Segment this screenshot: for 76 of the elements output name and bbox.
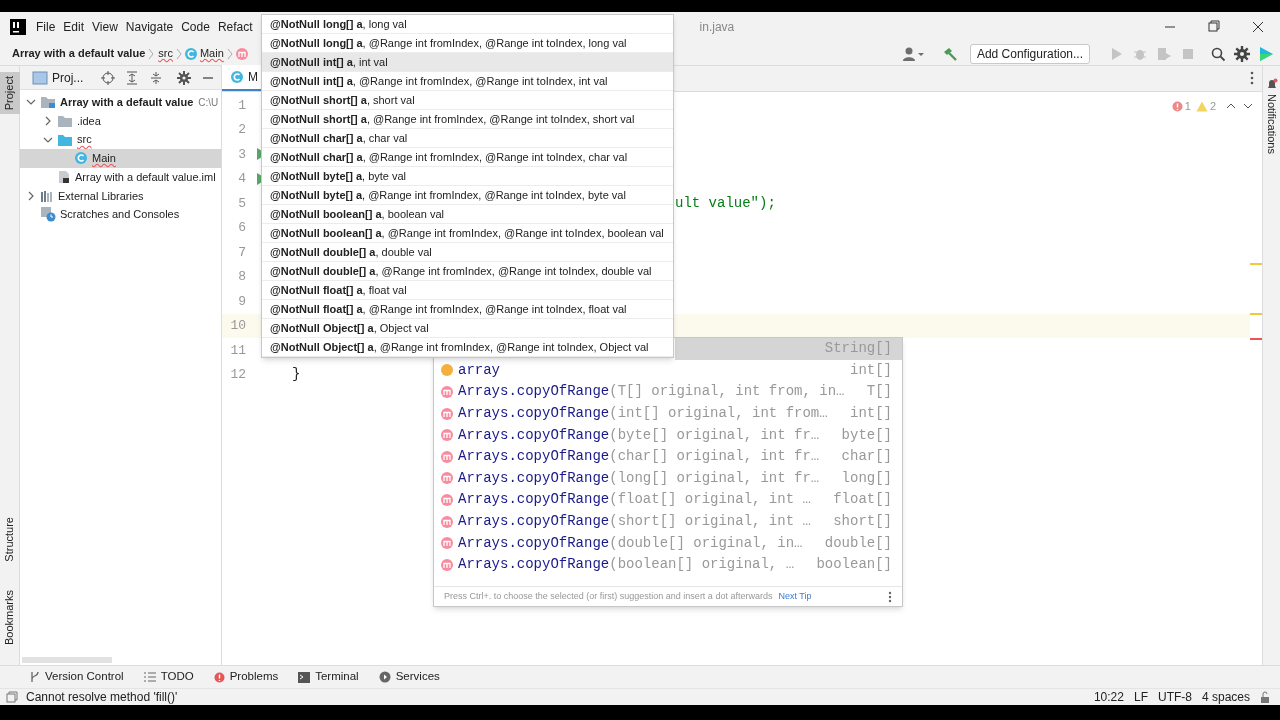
- line-number: 11: [229, 341, 246, 360]
- signature-row: @NotNull char[] a, @Range int fromIndex, @Range int toIndex, char val: [262, 148, 673, 167]
- tool-window-button[interactable]: Problems: [213, 668, 279, 686]
- signature-row: @NotNull byte[] a, @Range int fromIndex, @Range int toIndex, byte val: [262, 186, 673, 205]
- signature-row: @NotNull int[] a, int val: [262, 53, 673, 72]
- tree-item[interactable]: Array with a default value C:\U: [20, 93, 221, 112]
- completion-item[interactable]: Arrays.copyOfRange(float[] original, int … float[]: [434, 489, 902, 511]
- line-number: 8: [237, 268, 246, 286]
- tree-item[interactable]: Array with a default value.iml: [20, 167, 221, 187]
- signature-row: @NotNull long[] a, long val: [262, 15, 673, 34]
- status-widget[interactable]: 4 spaces: [1201, 688, 1250, 706]
- next-tip-link[interactable]: Next Tip: [778, 589, 812, 604]
- side-tab[interactable]: Bookmarks: [0, 585, 20, 649]
- tool-window-button[interactable]: Version Control: [30, 668, 124, 686]
- menu-item[interactable]: Code: [181, 18, 210, 36]
- signature-row: @NotNull int[] a, @Range int fromIndex, @Range int toIndex, int val: [262, 72, 673, 91]
- line-number: 4: [237, 170, 246, 188]
- window-title: in.java: [699, 19, 735, 36]
- line-number: 9: [237, 292, 246, 311]
- signature-row: @NotNull float[] a, @Range int fromIndex, @Range int toIndex, float val: [262, 300, 673, 319]
- line-number: 3: [237, 145, 246, 164]
- completion-item[interactable]: array int[]: [434, 359, 902, 382]
- signature-row: @NotNull double[] a, double val: [262, 243, 673, 262]
- signature-row: @NotNull short[] a, short val: [262, 91, 673, 110]
- line-number: 10: [229, 317, 246, 335]
- menu-item[interactable]: View: [92, 18, 118, 36]
- run-configuration-button[interactable]: Add Configuration...: [969, 43, 1090, 64]
- signature-row: @NotNull Object[] a, @Range int fromIndex, @Range int toIndex, Object val: [262, 338, 673, 357]
- completion-item[interactable]: Arrays.copyOfRange(byte[] original, int fr… byte[]: [434, 424, 902, 446]
- breadcrumb[interactable]: src: [158, 45, 173, 62]
- tree-item[interactable]: External Libraries: [20, 186, 221, 206]
- completion-item[interactable]: Arrays.copyOfRange(short[] original, int … short[]: [434, 510, 902, 533]
- line-number: 6: [237, 219, 246, 237]
- hint-text: Press Ctrl+. to choose the selected (or first) suggestion and insert a dot afterwards: [444, 589, 773, 603]
- code-text: ult value");: [675, 193, 776, 213]
- menu-item[interactable]: File: [36, 18, 56, 36]
- tree-item[interactable]: Scratches and Consoles: [20, 205, 221, 224]
- completion-item[interactable]: Arrays.copyOfRange(T[] original, int from, in… T[]: [434, 381, 902, 403]
- tree-item[interactable]: Main: [20, 149, 221, 168]
- signature-row: @NotNull byte[] a, byte val: [262, 167, 673, 186]
- tool-window-button[interactable]: Terminal: [298, 668, 359, 686]
- completion-item[interactable]: Arrays.copyOfRange(char[] original, int fr… char[]: [434, 445, 902, 468]
- tree-item[interactable]: .idea: [20, 111, 221, 131]
- tool-window-button[interactable]: Services: [378, 668, 440, 686]
- tool-window-button[interactable]: TODO: [143, 668, 194, 686]
- signature-row: @NotNull char[] a, char val: [262, 129, 673, 148]
- menu-item[interactable]: Refact: [217, 18, 253, 36]
- side-tab[interactable]: Structure: [0, 513, 20, 566]
- completion-item[interactable]: Arrays.copyOfRange(int[] original, int from… int[]: [434, 402, 902, 425]
- signature-row: @NotNull boolean[] a, @Range int fromIndex, @Range int toIndex, boolean val: [262, 224, 673, 243]
- signature-row: @NotNull float[] a, float val: [262, 281, 673, 300]
- breadcrumb[interactable]: Array with a default value: [12, 45, 146, 62]
- signature-row: @NotNull short[] a, @Range int fromIndex, @Range int toIndex, short val: [262, 110, 673, 129]
- signature-row: @NotNull Object[] a, Object val: [262, 319, 673, 338]
- line-number: 1: [237, 96, 246, 115]
- status-widget[interactable]: 10:22: [1093, 688, 1124, 706]
- menu-item[interactable]: Edit: [63, 18, 85, 36]
- line-number: 2: [237, 121, 246, 139]
- status-widget[interactable]: UTF-8: [1157, 688, 1192, 706]
- line-number: 5: [237, 194, 246, 213]
- side-tab[interactable]: Project: [0, 72, 20, 115]
- signature-row: @NotNull double[] a, @Range int fromIndex, @Range int toIndex, double val: [262, 262, 673, 281]
- menu-item[interactable]: Navigate: [125, 18, 174, 36]
- tree-item[interactable]: src: [20, 130, 221, 150]
- side-tab[interactable]: Notifications: [1263, 78, 1280, 154]
- status-message: Cannot resolve method 'fill()': [26, 689, 178, 706]
- line-number: 7: [237, 243, 246, 262]
- line-number: 12: [229, 366, 246, 384]
- code-text: }: [292, 365, 301, 385]
- status-widget[interactable]: LF: [1133, 688, 1148, 706]
- signature-row: @NotNull boolean[] a, boolean val: [262, 205, 673, 224]
- breadcrumb[interactable]: Main: [199, 45, 224, 62]
- completion-item[interactable]: Arrays.copyOfRange(boolean[] original, … boolean[]: [434, 553, 902, 576]
- completion-item[interactable]: Arrays.copyOfRange(double[] original, in… double[]: [434, 532, 902, 554]
- completion-item[interactable]: Arrays.copyOfRange(long[] original, int fr… long[]: [434, 467, 902, 490]
- panel-title[interactable]: Proj...: [52, 68, 84, 87]
